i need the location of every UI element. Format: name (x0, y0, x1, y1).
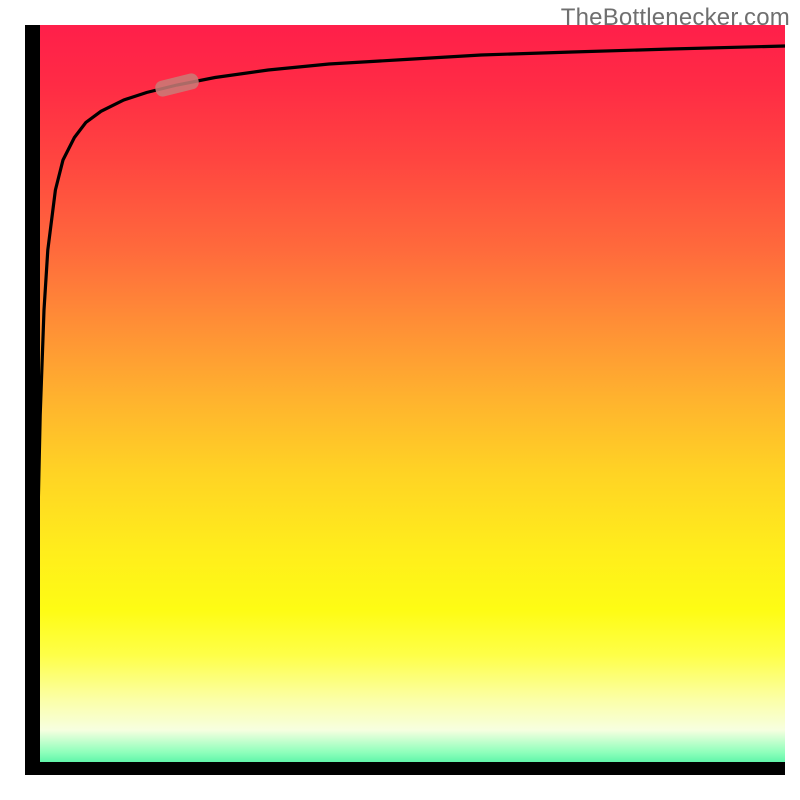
y-axis (25, 25, 40, 775)
chart-container: TheBottlenecker.com (0, 0, 800, 800)
curve-layer (25, 25, 785, 775)
x-axis (25, 762, 785, 775)
curve-marker (154, 72, 201, 98)
plot-area (25, 25, 785, 775)
watermark-text: TheBottlenecker.com (561, 4, 790, 32)
performance-curve (29, 46, 785, 775)
